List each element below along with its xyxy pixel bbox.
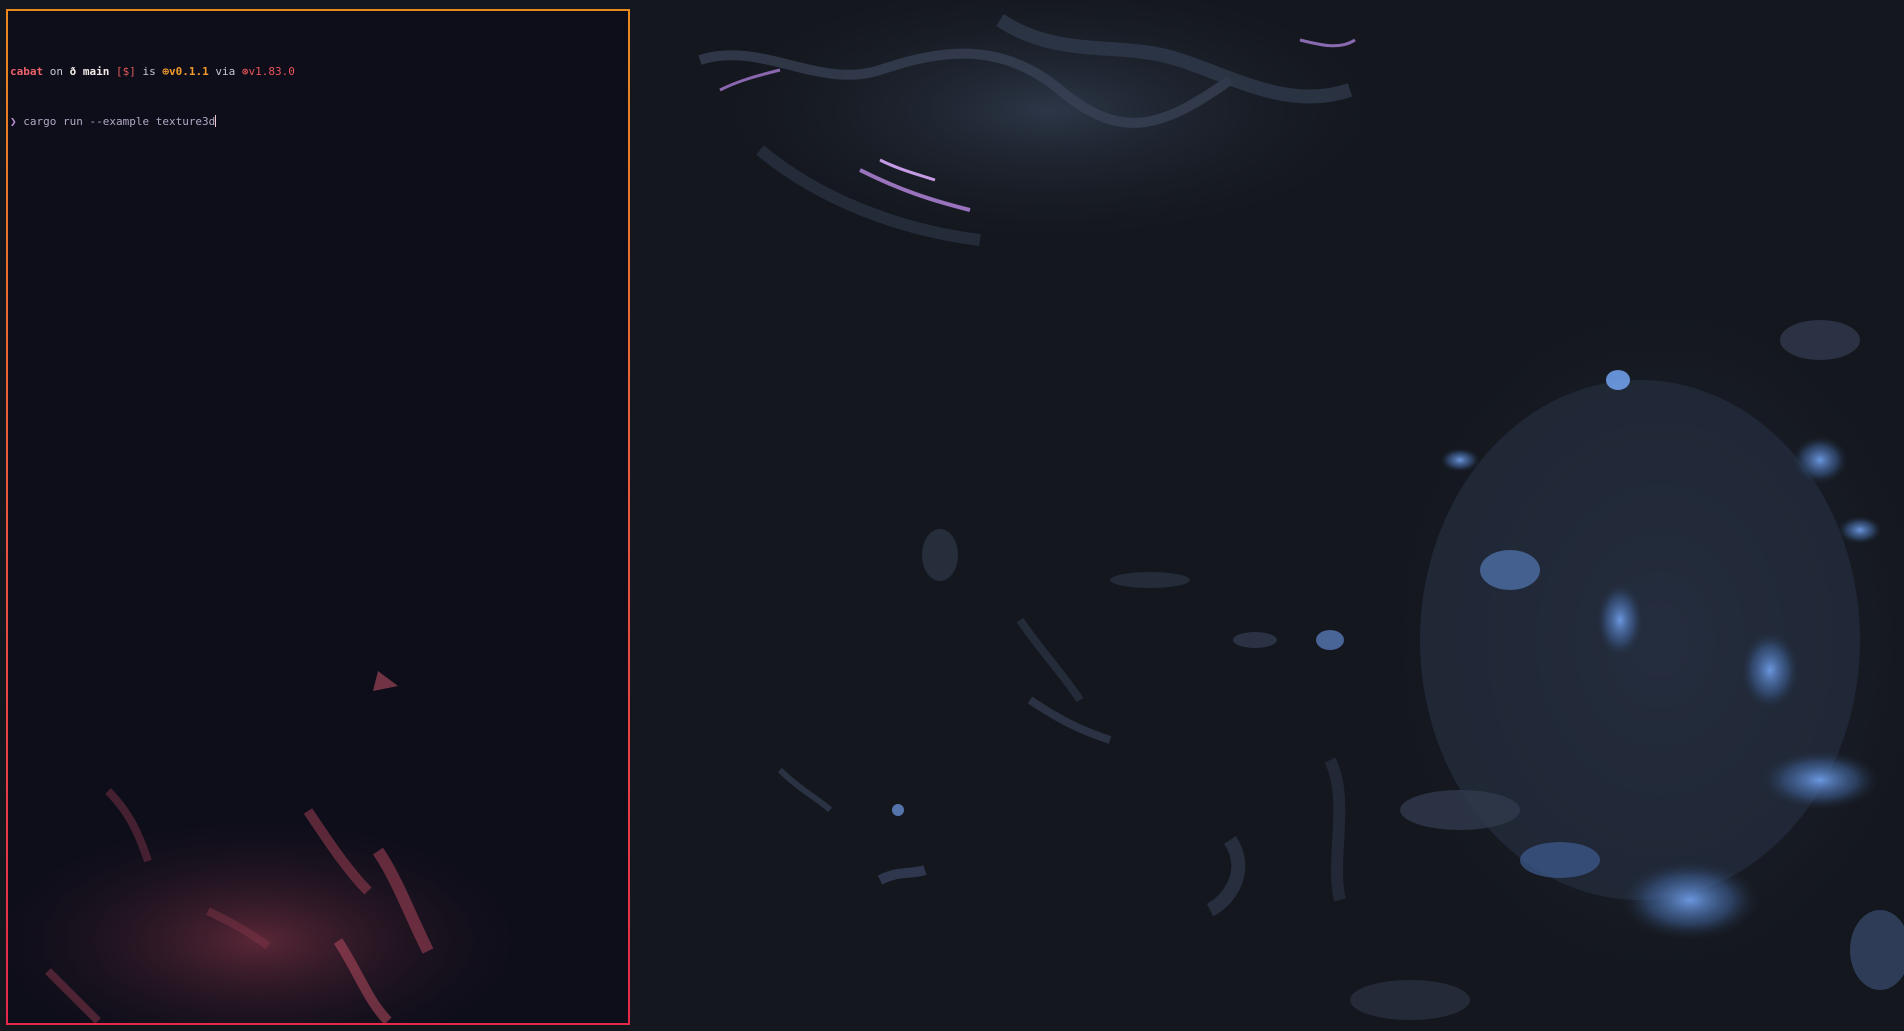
prompt-directory: cabat — [10, 65, 44, 78]
rust-icon: ⊛ — [241, 65, 249, 78]
prompt-on-word: on — [49, 65, 63, 78]
shell-prompt-line: cabat on ð main [$] is ⊕v0.1.1 via ⊛v1.8… — [10, 64, 295, 81]
git-branch-icon: ð — [69, 65, 77, 78]
command-input[interactable]: cargo run --example texture3d — [23, 115, 215, 128]
package-icon: ⊕ — [162, 65, 169, 78]
terminal-output[interactable]: cabat on ð main [$] is ⊕v0.1.1 via ⊛v1.8… — [10, 31, 295, 163]
prompt-via-word: via — [215, 65, 236, 78]
terminal-window[interactable]: cabat on ð main [$] is ⊕v0.1.1 via ⊛v1.8… — [6, 9, 630, 1025]
rust-version: v1.83.0 — [248, 65, 295, 78]
prompt-is-word: is — [142, 65, 156, 78]
git-status: [$] — [116, 65, 136, 78]
terminal-background-art — [8, 671, 518, 1023]
prompt-arrow-icon: ❯ — [10, 114, 17, 128]
text-cursor — [215, 114, 217, 127]
package-version: v0.1.1 — [169, 65, 209, 78]
git-branch-name: main — [82, 65, 110, 78]
command-line[interactable]: ❯ cargo run --example texture3d — [10, 114, 295, 131]
